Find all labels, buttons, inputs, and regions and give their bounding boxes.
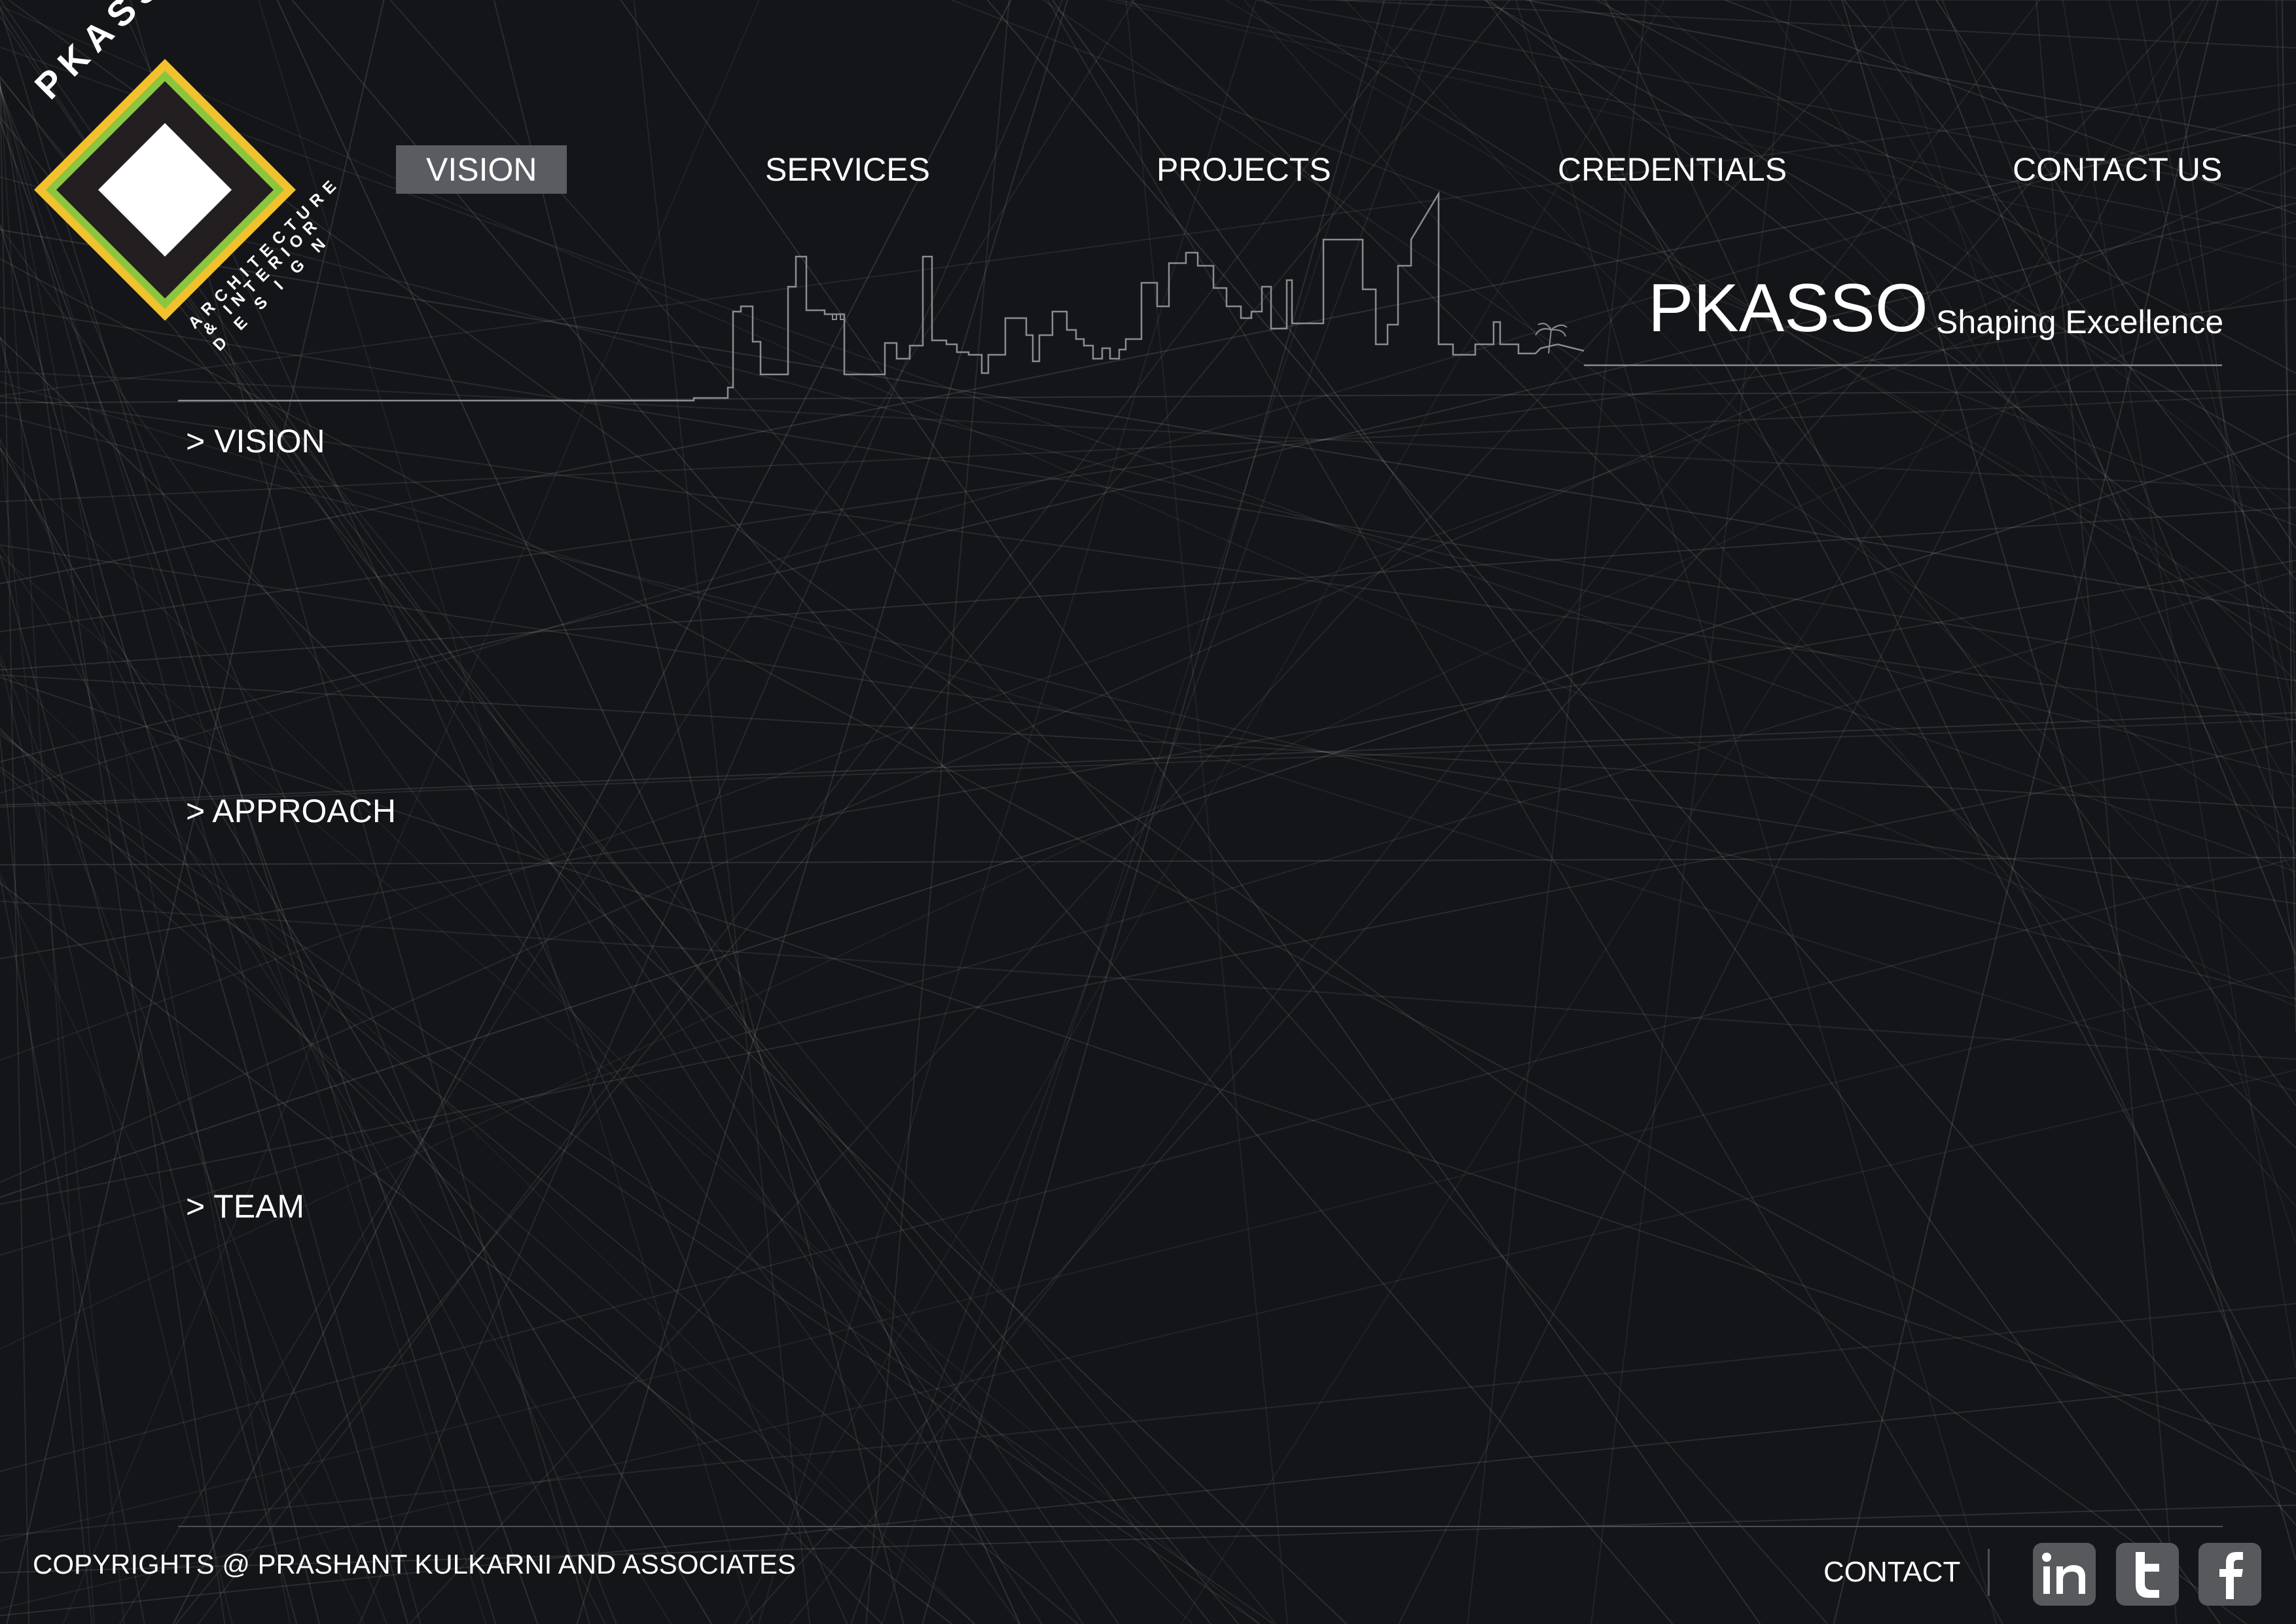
nav-item-services[interactable]: SERVICES	[765, 145, 930, 194]
nav-item-projects[interactable]: PROJECTS	[1157, 145, 1331, 194]
linkedin-icon	[2042, 1553, 2085, 1594]
nav-item-contact-us[interactable]: CONTACT US	[2013, 145, 2222, 194]
nav-item-credentials[interactable]: CREDENTIALS	[1558, 145, 1787, 194]
section-approach-heading: > APPROACH	[186, 793, 396, 829]
linkedin-button[interactable]	[2033, 1543, 2096, 1606]
brand-name: PKASSO	[1648, 270, 1928, 346]
facebook-button[interactable]	[2198, 1543, 2261, 1606]
section-team-heading: > TEAM	[186, 1188, 305, 1225]
twitter-icon	[2136, 1552, 2159, 1598]
brand-tagline: Shaping Excellence	[1936, 304, 2224, 340]
facebook-icon	[2219, 1552, 2243, 1599]
copyright-text: COPYRIGHTS @ PRASHANT KULKARNI AND ASSOC…	[33, 1549, 797, 1579]
nav-item-vision[interactable]: VISION	[396, 145, 567, 194]
footer-vertical-divider	[1988, 1549, 1990, 1596]
footer-contact-link[interactable]: CONTACT	[1823, 1554, 1960, 1591]
footer-divider-line	[178, 1526, 2223, 1527]
section-vision-heading: > VISION	[186, 423, 325, 460]
twitter-button[interactable]	[2116, 1543, 2179, 1606]
